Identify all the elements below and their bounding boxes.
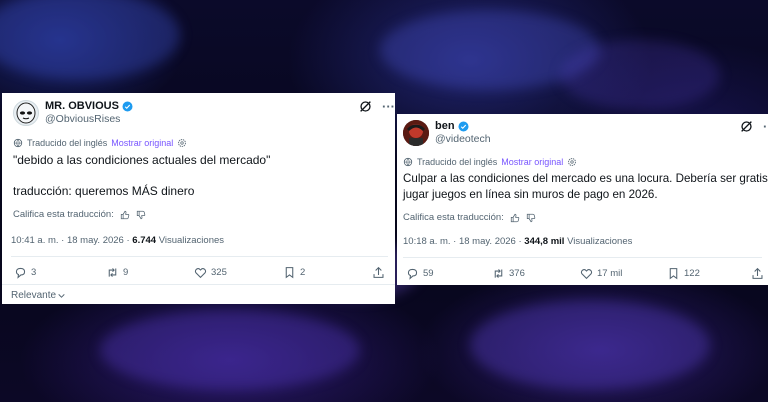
rate-translation: Califica esta traducción: xyxy=(403,212,536,223)
settings-icon[interactable] xyxy=(177,138,187,148)
bookmark-icon xyxy=(285,267,294,279)
repost-icon xyxy=(108,268,117,277)
verified-badge-icon xyxy=(458,121,469,132)
thumbs-down-icon[interactable] xyxy=(136,210,146,220)
tweet-text-line-1: Culpar a las condiciones del mercado es … xyxy=(403,172,768,185)
reply-count: 3 xyxy=(31,267,37,278)
bookmark-button[interactable]: 122 xyxy=(667,267,700,280)
share-button[interactable] xyxy=(372,266,385,279)
views-count: 6.744 xyxy=(132,235,157,246)
more-icon[interactable]: ··· xyxy=(763,120,768,133)
thumbs-up-icon[interactable] xyxy=(120,210,130,220)
like-button[interactable]: 17 mil xyxy=(580,267,622,280)
views-label: Visualizaciones xyxy=(158,235,225,246)
tweet-text-line-2: jugar juegos en línea sin muros de pago … xyxy=(403,188,658,201)
translated-label: Traducido del inglés xyxy=(27,138,108,148)
repost-button[interactable]: 9 xyxy=(106,266,128,279)
smoke-wisp xyxy=(560,40,720,110)
rate-translation: Califica esta traducción: xyxy=(13,209,146,220)
alien-face-icon xyxy=(16,102,36,124)
reply-icon xyxy=(15,267,26,279)
translated-label: Traducido del inglés xyxy=(417,157,498,167)
rate-label: Califica esta traducción: xyxy=(403,212,504,223)
globe-icon xyxy=(403,157,413,167)
tweet-card-left: MR. OBVIOUS @ObviousRises ··· Traducido … xyxy=(2,93,395,304)
tweet-header: ben @videotech xyxy=(403,120,491,146)
bookmark-count: 122 xyxy=(684,268,700,279)
divider xyxy=(403,257,762,258)
tweet-meta: 10:18 a. m. · 18 may. 2026 · 344,8 mil V… xyxy=(403,236,632,247)
author-handle[interactable]: @videotech xyxy=(435,133,491,146)
repost-button[interactable]: 376 xyxy=(492,267,525,280)
translation-info: Traducido del inglés Mostrar original xyxy=(13,138,187,148)
timestamp[interactable]: 10:41 a. m. · 18 may. 2026 · xyxy=(11,235,130,246)
author-info: MR. OBVIOUS @ObviousRises xyxy=(45,100,133,126)
bookmark-count: 2 xyxy=(300,267,306,278)
reply-count: 59 xyxy=(423,268,434,279)
tweet-text-line-1: "debido a las condiciones actuales del m… xyxy=(13,153,271,167)
author-info: ben @videotech xyxy=(435,120,491,146)
bookmark-icon xyxy=(669,268,678,280)
smoke-wisp xyxy=(0,0,180,80)
avatar[interactable] xyxy=(403,120,429,146)
tweet-text-line-2: traducción: queremos MÁS dinero xyxy=(13,184,195,198)
grok-icon[interactable] xyxy=(740,120,753,133)
show-original-link[interactable]: Mostrar original xyxy=(111,138,173,148)
grok-icon[interactable] xyxy=(359,100,372,113)
chevron-down-icon xyxy=(58,294,65,298)
repost-count: 9 xyxy=(123,267,129,278)
views-label: Visualizaciones xyxy=(567,236,633,247)
like-button[interactable]: 325 xyxy=(194,266,227,279)
share-icon xyxy=(373,266,384,278)
verified-badge-icon xyxy=(122,101,133,112)
show-original-link[interactable]: Mostrar original xyxy=(501,157,563,167)
like-count: 17 mil xyxy=(597,268,623,279)
like-icon xyxy=(580,269,593,280)
sort-label: Relevante xyxy=(11,290,57,301)
more-icon[interactable]: ··· xyxy=(382,100,395,113)
repost-count: 376 xyxy=(509,268,525,279)
views-count: 344,8 mil xyxy=(524,236,565,247)
profile-photo-icon xyxy=(403,120,429,146)
tweet-card-right: ben @videotech ··· Traducido del inglés … xyxy=(397,114,768,285)
reply-button[interactable]: 59 xyxy=(406,267,434,280)
smoke-wisp xyxy=(100,310,360,390)
repost-icon xyxy=(494,269,503,278)
avatar[interactable] xyxy=(13,100,39,126)
like-icon xyxy=(194,268,207,279)
share-button[interactable] xyxy=(751,267,764,280)
divider xyxy=(11,256,388,257)
smoke-wisp xyxy=(470,300,710,390)
divider xyxy=(2,284,395,285)
rate-label: Califica esta traducción: xyxy=(13,209,114,220)
author-handle[interactable]: @ObviousRises xyxy=(45,113,133,126)
settings-icon[interactable] xyxy=(567,157,577,167)
author-name[interactable]: ben xyxy=(435,120,455,133)
thumbs-up-icon[interactable] xyxy=(510,213,520,223)
bookmark-button[interactable]: 2 xyxy=(283,266,305,279)
author-name[interactable]: MR. OBVIOUS xyxy=(45,100,119,113)
tweet-meta: 10:41 a. m. · 18 may. 2026 · 6.744 Visua… xyxy=(11,235,224,246)
like-count: 325 xyxy=(211,267,227,278)
header-actions: ··· xyxy=(359,100,395,113)
sort-selector[interactable]: Relevante xyxy=(11,290,66,301)
header-actions: ··· xyxy=(740,120,768,133)
translation-info: Traducido del inglés Mostrar original xyxy=(403,157,577,167)
timestamp[interactable]: 10:18 a. m. · 18 may. 2026 · xyxy=(403,236,522,247)
reply-button[interactable]: 3 xyxy=(14,266,36,279)
share-icon xyxy=(752,267,763,279)
tweet-header: MR. OBVIOUS @ObviousRises xyxy=(13,100,133,126)
thumbs-down-icon[interactable] xyxy=(526,213,536,223)
reply-icon xyxy=(407,268,418,280)
globe-icon xyxy=(13,138,23,148)
